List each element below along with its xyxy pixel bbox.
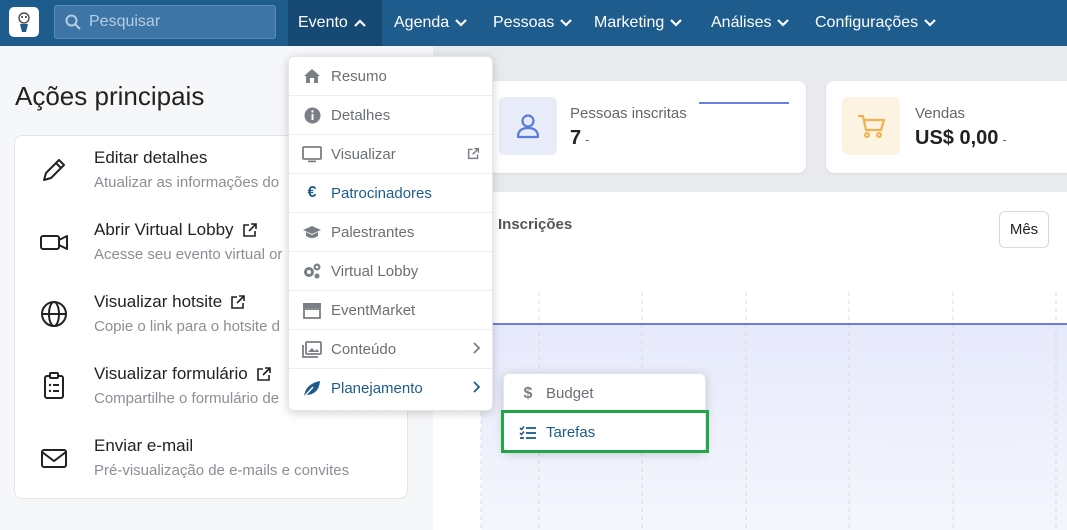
card-label: Pessoas inscritas — [570, 105, 687, 122]
user-icon — [516, 114, 540, 139]
nav-analises[interactable]: Análises — [701, 0, 799, 46]
nav-evento[interactable]: Evento — [288, 0, 382, 46]
menu-item-label: Planejamento — [331, 380, 423, 397]
menu-item-label: Visualizar — [331, 145, 396, 163]
home-icon — [302, 66, 322, 86]
nav-analises-label: Análises — [711, 14, 772, 31]
search-input[interactable] — [89, 13, 259, 31]
chevron-right-icon — [473, 381, 480, 393]
nav-agenda[interactable]: Agenda — [384, 0, 477, 46]
envelope-icon — [41, 449, 67, 468]
external-link-icon — [467, 147, 480, 160]
search-box[interactable] — [54, 5, 276, 39]
graduation-cap-icon — [302, 222, 322, 242]
logo-icon — [18, 12, 30, 32]
card-icon-box — [499, 97, 557, 155]
action-description: Acesse seu evento virtual or — [94, 246, 283, 263]
card-pessoas-inscritas[interactable]: Pessoas inscritas 7- — [477, 81, 806, 173]
highlight-outline — [501, 410, 709, 453]
chevron-down-icon — [560, 19, 573, 27]
card-label: Vendas — [915, 105, 966, 122]
chevron-down-icon — [455, 19, 467, 27]
images-icon — [302, 339, 322, 359]
action-title: Visualizar formulário — [94, 364, 272, 384]
video-icon — [40, 235, 68, 250]
external-link-icon — [242, 223, 257, 237]
globe-icon — [41, 301, 67, 327]
leaf-icon — [302, 379, 322, 399]
menu-item-virtual-lobby[interactable]: Virtual Lobby — [289, 252, 492, 291]
gears-icon — [302, 261, 322, 281]
menu-item-conteudo[interactable]: Conteúdo — [289, 330, 492, 369]
action-enviar-email[interactable]: Enviar e-mail Pré-visualização de e-mail… — [15, 424, 407, 496]
card-vendas[interactable]: Vendas US$ 0,00- — [826, 81, 1067, 173]
menu-item-label: Detalhes — [331, 106, 391, 124]
external-link-icon — [231, 295, 246, 309]
menu-item-detalhes[interactable]: Detalhes — [289, 96, 492, 135]
search-icon — [65, 14, 81, 30]
external-link-icon — [256, 367, 271, 381]
chart-plot — [480, 292, 1067, 530]
nav-agenda-label: Agenda — [394, 14, 450, 31]
page-title: Ações principais — [15, 81, 205, 111]
action-description: Compartilhe o formulário de — [94, 390, 280, 407]
monitor-icon — [302, 144, 322, 164]
action-title: Enviar e-mail — [94, 436, 194, 455]
menu-item-label: Conteúdo — [331, 340, 397, 358]
top-nav-bar: Evento Agenda Pessoas Marketing Análises… — [0, 0, 1067, 46]
chevron-down-icon — [670, 19, 683, 27]
nav-evento-label: Evento — [298, 14, 348, 31]
action-title: Abrir Virtual Lobby — [94, 220, 258, 240]
nav-marketing[interactable]: Marketing — [584, 0, 692, 46]
nav-configuracoes-label: Configurações — [815, 14, 919, 31]
menu-item-eventmarket[interactable]: EventMarket — [289, 291, 492, 330]
app-logo[interactable] — [9, 7, 39, 37]
cart-icon — [858, 114, 886, 138]
chevron-right-icon — [473, 342, 480, 354]
menu-item-resumo[interactable]: Resumo — [289, 57, 492, 96]
clipboard-icon — [44, 372, 64, 399]
nav-pessoas-label: Pessoas — [493, 14, 555, 31]
submenu-item-budget[interactable]: $ Budget — [504, 374, 707, 413]
menu-item-label: Resumo — [331, 67, 387, 85]
menu-item-patrocinadores[interactable]: € Patrocinadores — [289, 174, 492, 213]
action-title: Editar detalhes — [94, 148, 208, 167]
card-value: 7- — [570, 127, 590, 149]
card-icon-box — [842, 97, 900, 155]
nav-configuracoes[interactable]: Configurações — [805, 0, 946, 46]
menu-item-palestrantes[interactable]: Palestrantes — [289, 213, 492, 252]
menu-item-label: Virtual Lobby — [331, 262, 419, 280]
nav-marketing-label: Marketing — [594, 14, 665, 31]
menu-item-label: Palestrantes — [331, 223, 415, 241]
dollar-icon: $ — [523, 384, 533, 402]
action-title: Visualizar hotsite — [94, 292, 246, 312]
store-icon — [302, 300, 322, 320]
nav-pessoas[interactable]: Pessoas — [483, 0, 582, 46]
info-icon — [302, 105, 322, 125]
action-description: Copie o link para o hotsite d — [94, 318, 280, 335]
euro-icon: € — [307, 184, 317, 201]
menu-item-visualizar[interactable]: Visualizar — [289, 135, 492, 174]
card-value: US$ 0,00- — [915, 127, 1007, 149]
chevron-up-icon — [354, 19, 366, 27]
submenu-item-label: Budget — [546, 385, 594, 402]
pencil-icon — [43, 159, 65, 181]
menu-item-label: Patrocinadores — [331, 184, 432, 202]
card-sparkline — [699, 102, 789, 104]
chevron-down-icon — [777, 19, 790, 27]
action-description: Pré-visualização de e-mails e convites — [94, 462, 350, 479]
menu-item-label: EventMarket — [331, 301, 416, 319]
evento-dropdown-menu: Resumo Detalhes Visualizar € Patrocinado… — [288, 56, 493, 411]
menu-item-planejamento[interactable]: Planejamento — [289, 369, 492, 408]
inscricoes-chart: Inscrições Mês — [433, 192, 1067, 530]
action-description: Atualizar as informações do — [94, 174, 280, 191]
chevron-down-icon — [924, 19, 936, 27]
